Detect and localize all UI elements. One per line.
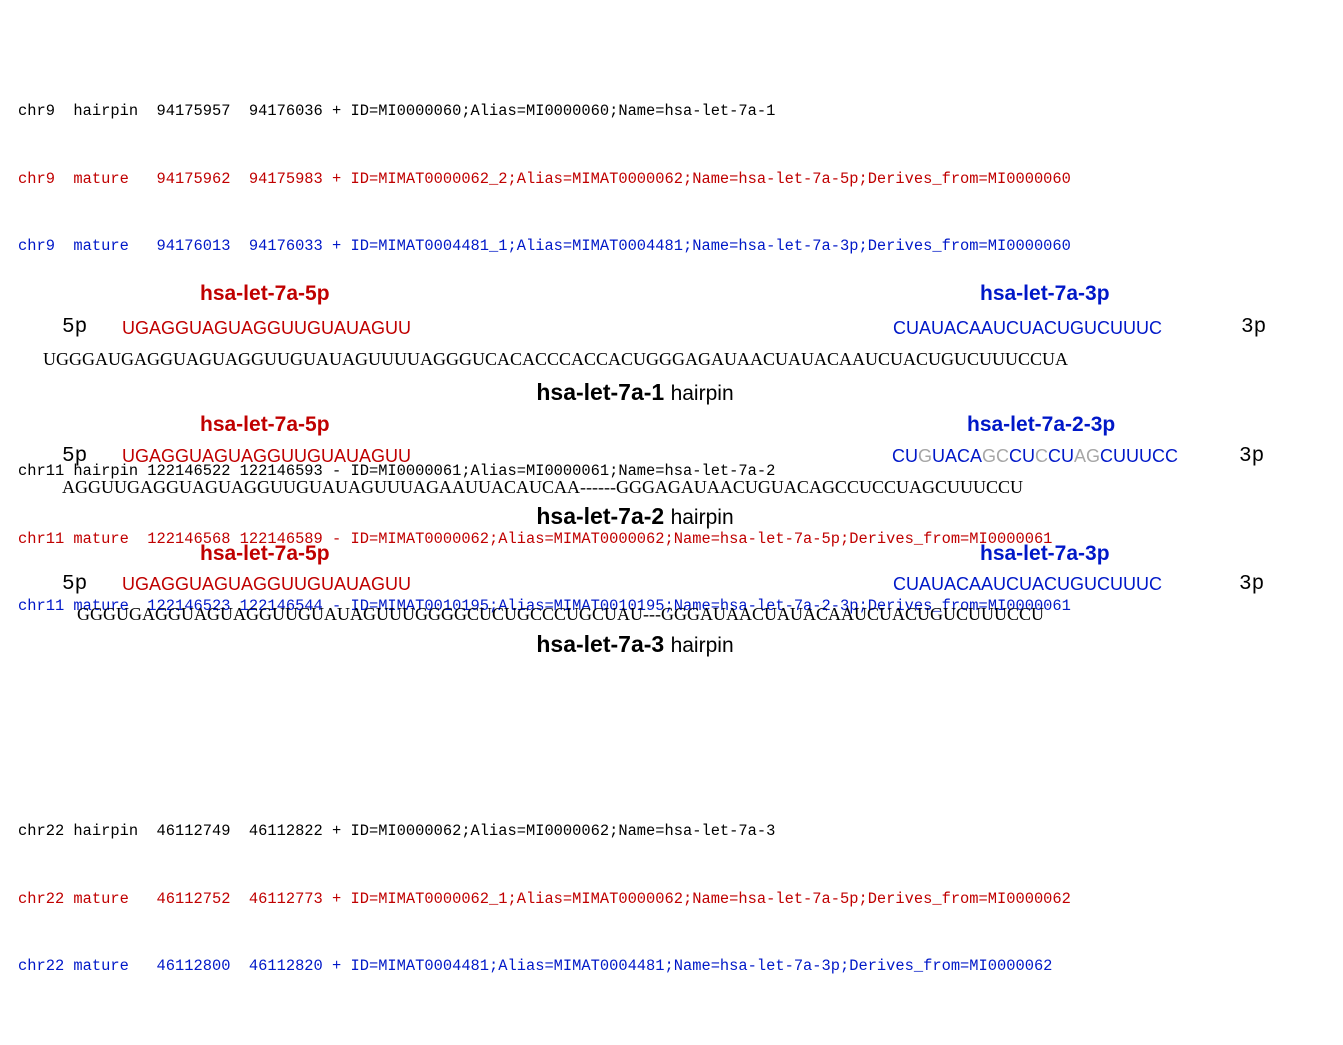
sequence-segment: CUAUACAAUCUACUGUCUUUC: [893, 318, 1163, 338]
sequence-segment: CU: [1009, 446, 1036, 466]
sequence-segment: GC: [982, 446, 1010, 466]
mature-3p-sequence: CUAUACAAUCUACUGUCUUUC: [893, 318, 1162, 339]
five-prime-end-label: 5p: [62, 445, 88, 468]
mature-5p-label: hsa-let-7a-5p: [200, 413, 330, 436]
mature-5p-sequence: UGAGGUAGUAGGUUGUAUAGUU: [122, 446, 412, 466]
hairpin-title: hsa-let-7a-1 hairpin: [536, 379, 734, 405]
gff-line-hairpin: chr9 hairpin 94175957 94176036 + ID=MI00…: [18, 102, 776, 120]
mature-5p-label: hsa-let-7a-5p: [200, 282, 330, 305]
three-prime-end-label: 3p: [1239, 573, 1265, 596]
three-prime-end-label: 3p: [1241, 316, 1267, 339]
sequence-segment: UACA: [932, 446, 983, 466]
gff-line-mature-3p: chr9 mature 94176013 94176033 + ID=MIMAT…: [18, 237, 1071, 255]
mature-3p-label: hsa-let-7a-2-3p: [967, 413, 1116, 436]
sequence-segment: CU: [892, 446, 918, 466]
mature-5p-label: hsa-let-7a-5p: [200, 542, 330, 565]
three-prime-end-label: 3p: [1239, 445, 1265, 468]
mature-3p-sequence: CUAUACAAUCUACUGUCUUUC: [893, 574, 1162, 595]
sequence-segment: C: [1035, 446, 1049, 466]
mature-3p-sequence: CUGUACAGCCUCCUAGCUUUCC: [892, 446, 1178, 467]
gff-line-mature-3p: chr22 mature 46112800 46112820 + ID=MIMA…: [18, 957, 1053, 975]
sequence-segment: CUAUACAAUCUACUGUCUUUC: [893, 574, 1163, 594]
gff-record-group-chr9: chr9 hairpin 94175957 94176036 + ID=MI00…: [18, 55, 1071, 303]
mature-5p-sequence: UGAGGUAGUAGGUUGUAUAGUU: [122, 318, 412, 338]
gff-line-hairpin: chr22 hairpin 46112749 46112822 + ID=MI0…: [18, 822, 776, 840]
five-prime-end-label: 5p: [62, 573, 88, 596]
mature-5p-sequence: UGAGGUAGUAGGUUGUAUAGUU: [122, 574, 412, 594]
sequence-segment: CU: [1048, 446, 1075, 466]
gff-record-group-chr22: chr22 hairpin 46112749 46112822 + ID=MI0…: [18, 775, 1071, 1023]
gff-spacer: [18, 708, 1071, 731]
hairpin-title: hsa-let-7a-2 hairpin: [536, 503, 734, 529]
mature-3p-label: hsa-let-7a-3p: [980, 542, 1110, 565]
hairpin-sequence: GGGUGAGGUAGUAGGUUGUAUAGUUUGGGGCUCUGCCCUG…: [77, 604, 1044, 624]
gff-line-mature-5p: chr22 mature 46112752 46112773 + ID=MIMA…: [18, 889, 1071, 908]
hairpin-sequence: UGGGAUGAGGUAGUAGGUUGUAUAGUUUUAGGGUCACACC…: [43, 349, 1069, 369]
hairpin-diagram-1: hsa-let-7a-5p hsa-let-7a-3p 5p UGAGGUAGU…: [0, 282, 1343, 412]
sequence-segment: CUUUCC: [1100, 446, 1179, 466]
hairpin-title: hsa-let-7a-3 hairpin: [536, 631, 734, 657]
sequence-segment: AG: [1074, 446, 1101, 466]
hairpin-diagram-2: hsa-let-7a-5p hsa-let-7a-2-3p 5p UGAGGUA…: [0, 412, 1343, 542]
hairpin-sequence: AGGUUGAGGUAGUAGGUUGUAUAGUUUAGAAUUACAUCAA…: [62, 477, 1023, 497]
sequence-segment: G: [918, 446, 933, 466]
mature-3p-label: hsa-let-7a-3p: [980, 282, 1110, 305]
five-prime-end-label: 5p: [62, 316, 88, 339]
gff-line-mature-5p: chr9 mature 94175962 94175983 + ID=MIMAT…: [18, 169, 1071, 188]
hairpin-diagram-3: hsa-let-7a-5p hsa-let-7a-3p 5p UGAGGUAGU…: [0, 541, 1343, 671]
